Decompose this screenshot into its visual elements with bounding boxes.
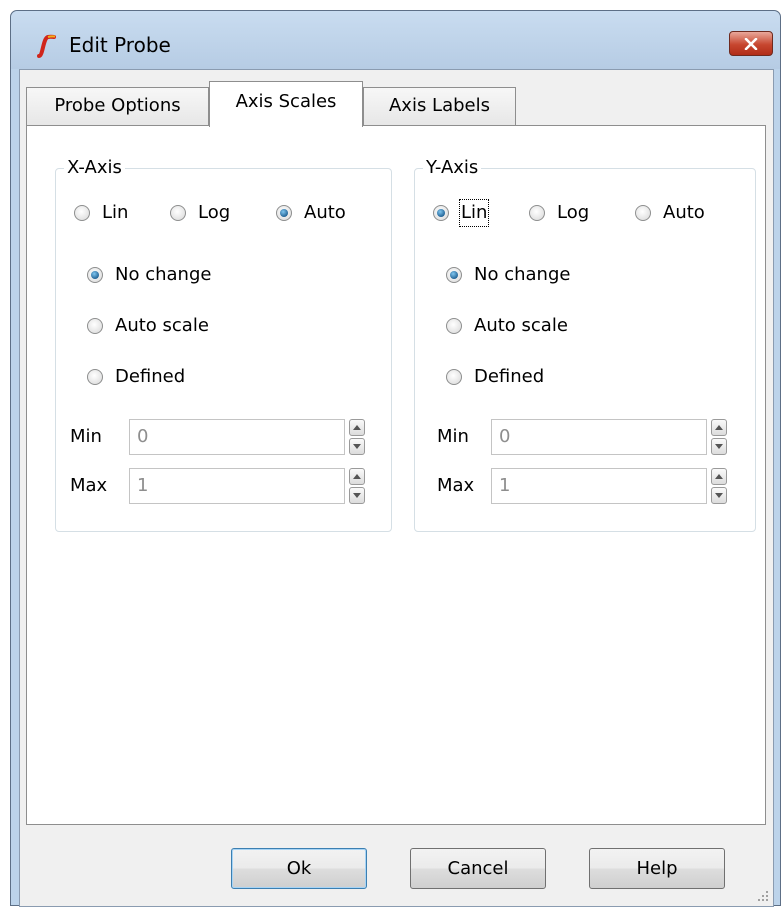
radio-label: Auto: [304, 202, 346, 223]
spin-down-icon: [715, 493, 723, 498]
radio-indicator: [635, 205, 651, 221]
y-axis-min-input[interactable]: 0: [491, 419, 707, 455]
y-axis-max-spinner[interactable]: [711, 468, 727, 504]
tab-label: Axis Scales: [235, 91, 337, 112]
spin-up-icon: [715, 474, 723, 479]
radio-indicator: [529, 205, 545, 221]
radio-indicator: [170, 205, 186, 221]
radio-indicator: [87, 369, 103, 385]
tab-axis-labels[interactable]: Axis Labels: [363, 87, 516, 125]
cancel-button[interactable]: Cancel: [410, 848, 546, 889]
x-axis-max-spinner[interactable]: [349, 468, 365, 504]
spin-down-button[interactable]: [349, 438, 365, 455]
x-axis-lin-radio[interactable]: Lin: [74, 201, 128, 225]
spin-down-button[interactable]: [711, 438, 727, 455]
radio-indicator: [446, 369, 462, 385]
radio-indicator: [276, 205, 292, 221]
x-axis-no-change-radio[interactable]: No change: [87, 263, 211, 287]
spin-up-button[interactable]: [711, 419, 727, 436]
x-axis-auto-radio[interactable]: Auto: [276, 201, 346, 225]
y-axis-no-change-radio[interactable]: No change: [446, 263, 570, 287]
axis-scales-panel: X-Axis Lin Log Auto No change Auto scale…: [26, 125, 766, 825]
ok-button[interactable]: Ok: [231, 848, 367, 889]
spin-down-icon: [715, 444, 723, 449]
radio-indicator: [446, 267, 462, 283]
title-bar[interactable]: Edit Probe: [11, 11, 780, 69]
y-axis-auto-scale-radio[interactable]: Auto scale: [446, 314, 568, 338]
x-axis-auto-scale-radio[interactable]: Auto scale: [87, 314, 209, 338]
spin-up-icon: [715, 425, 723, 430]
y-axis-max-input[interactable]: 1: [491, 468, 707, 504]
x-axis-min-label: Min: [70, 426, 102, 447]
resize-grip-icon[interactable]: [757, 890, 769, 902]
x-axis-group: X-Axis Lin Log Auto No change Auto scale…: [55, 156, 392, 532]
close-button[interactable]: [729, 31, 773, 56]
y-axis-lin-radio[interactable]: Lin: [433, 199, 490, 227]
close-icon: [744, 37, 758, 50]
radio-label: Defined: [115, 366, 186, 387]
y-axis-min-spinner[interactable]: [711, 419, 727, 455]
x-axis-min-input[interactable]: 0: [129, 419, 345, 455]
spin-up-button[interactable]: [349, 419, 365, 436]
radio-label: No change: [474, 264, 571, 285]
y-axis-auto-radio[interactable]: Auto: [635, 201, 705, 225]
radio-indicator: [87, 318, 103, 334]
radio-indicator: [433, 205, 449, 221]
x-axis-log-radio[interactable]: Log: [170, 201, 230, 225]
radio-indicator: [74, 205, 90, 221]
window-title: Edit Probe: [69, 33, 171, 57]
radio-indicator: [446, 318, 462, 334]
spin-down-icon: [353, 444, 361, 449]
spin-up-button[interactable]: [711, 468, 727, 485]
radio-indicator: [87, 267, 103, 283]
radio-label: Defined: [474, 366, 545, 387]
radio-label: Lin: [458, 199, 490, 227]
spin-down-icon: [353, 493, 361, 498]
radio-label: No change: [115, 264, 212, 285]
radio-label: Auto scale: [474, 315, 568, 336]
spin-up-icon: [353, 425, 361, 430]
radio-label: Log: [198, 202, 231, 223]
spin-down-button[interactable]: [349, 487, 365, 504]
tab-probe-options[interactable]: Probe Options: [26, 87, 209, 125]
spin-up-button[interactable]: [349, 468, 365, 485]
radio-label: Lin: [102, 202, 129, 223]
x-axis-max-input[interactable]: 1: [129, 468, 345, 504]
x-axis-max-label: Max: [70, 475, 108, 496]
x-axis-group-title: X-Axis: [64, 156, 125, 180]
radio-label: Log: [557, 202, 590, 223]
y-axis-defined-radio[interactable]: Defined: [446, 365, 544, 389]
y-axis-group-title: Y-Axis: [423, 156, 482, 180]
y-axis-min-label: Min: [437, 426, 469, 447]
y-axis-log-radio[interactable]: Log: [529, 201, 589, 225]
tab-axis-scales[interactable]: Axis Scales: [209, 81, 363, 127]
tab-label: Probe Options: [54, 95, 181, 116]
x-axis-min-spinner[interactable]: [349, 419, 365, 455]
dialog-client-area: Probe Options Axis Scales Axis Labels X-…: [19, 69, 774, 907]
x-axis-defined-radio[interactable]: Defined: [87, 365, 185, 389]
y-axis-max-label: Max: [437, 475, 475, 496]
help-button[interactable]: Help: [589, 848, 725, 889]
radio-label: Auto: [663, 202, 705, 223]
spin-up-icon: [353, 474, 361, 479]
radio-label: Auto scale: [115, 315, 209, 336]
spin-down-button[interactable]: [711, 487, 727, 504]
tab-label: Axis Labels: [388, 95, 490, 116]
app-logo-icon: [37, 34, 56, 58]
edit-probe-dialog: Edit Probe Probe Options Axis Scales Axi…: [10, 10, 781, 907]
y-axis-group: Y-Axis Lin Log Auto No change Auto scale…: [414, 156, 756, 532]
